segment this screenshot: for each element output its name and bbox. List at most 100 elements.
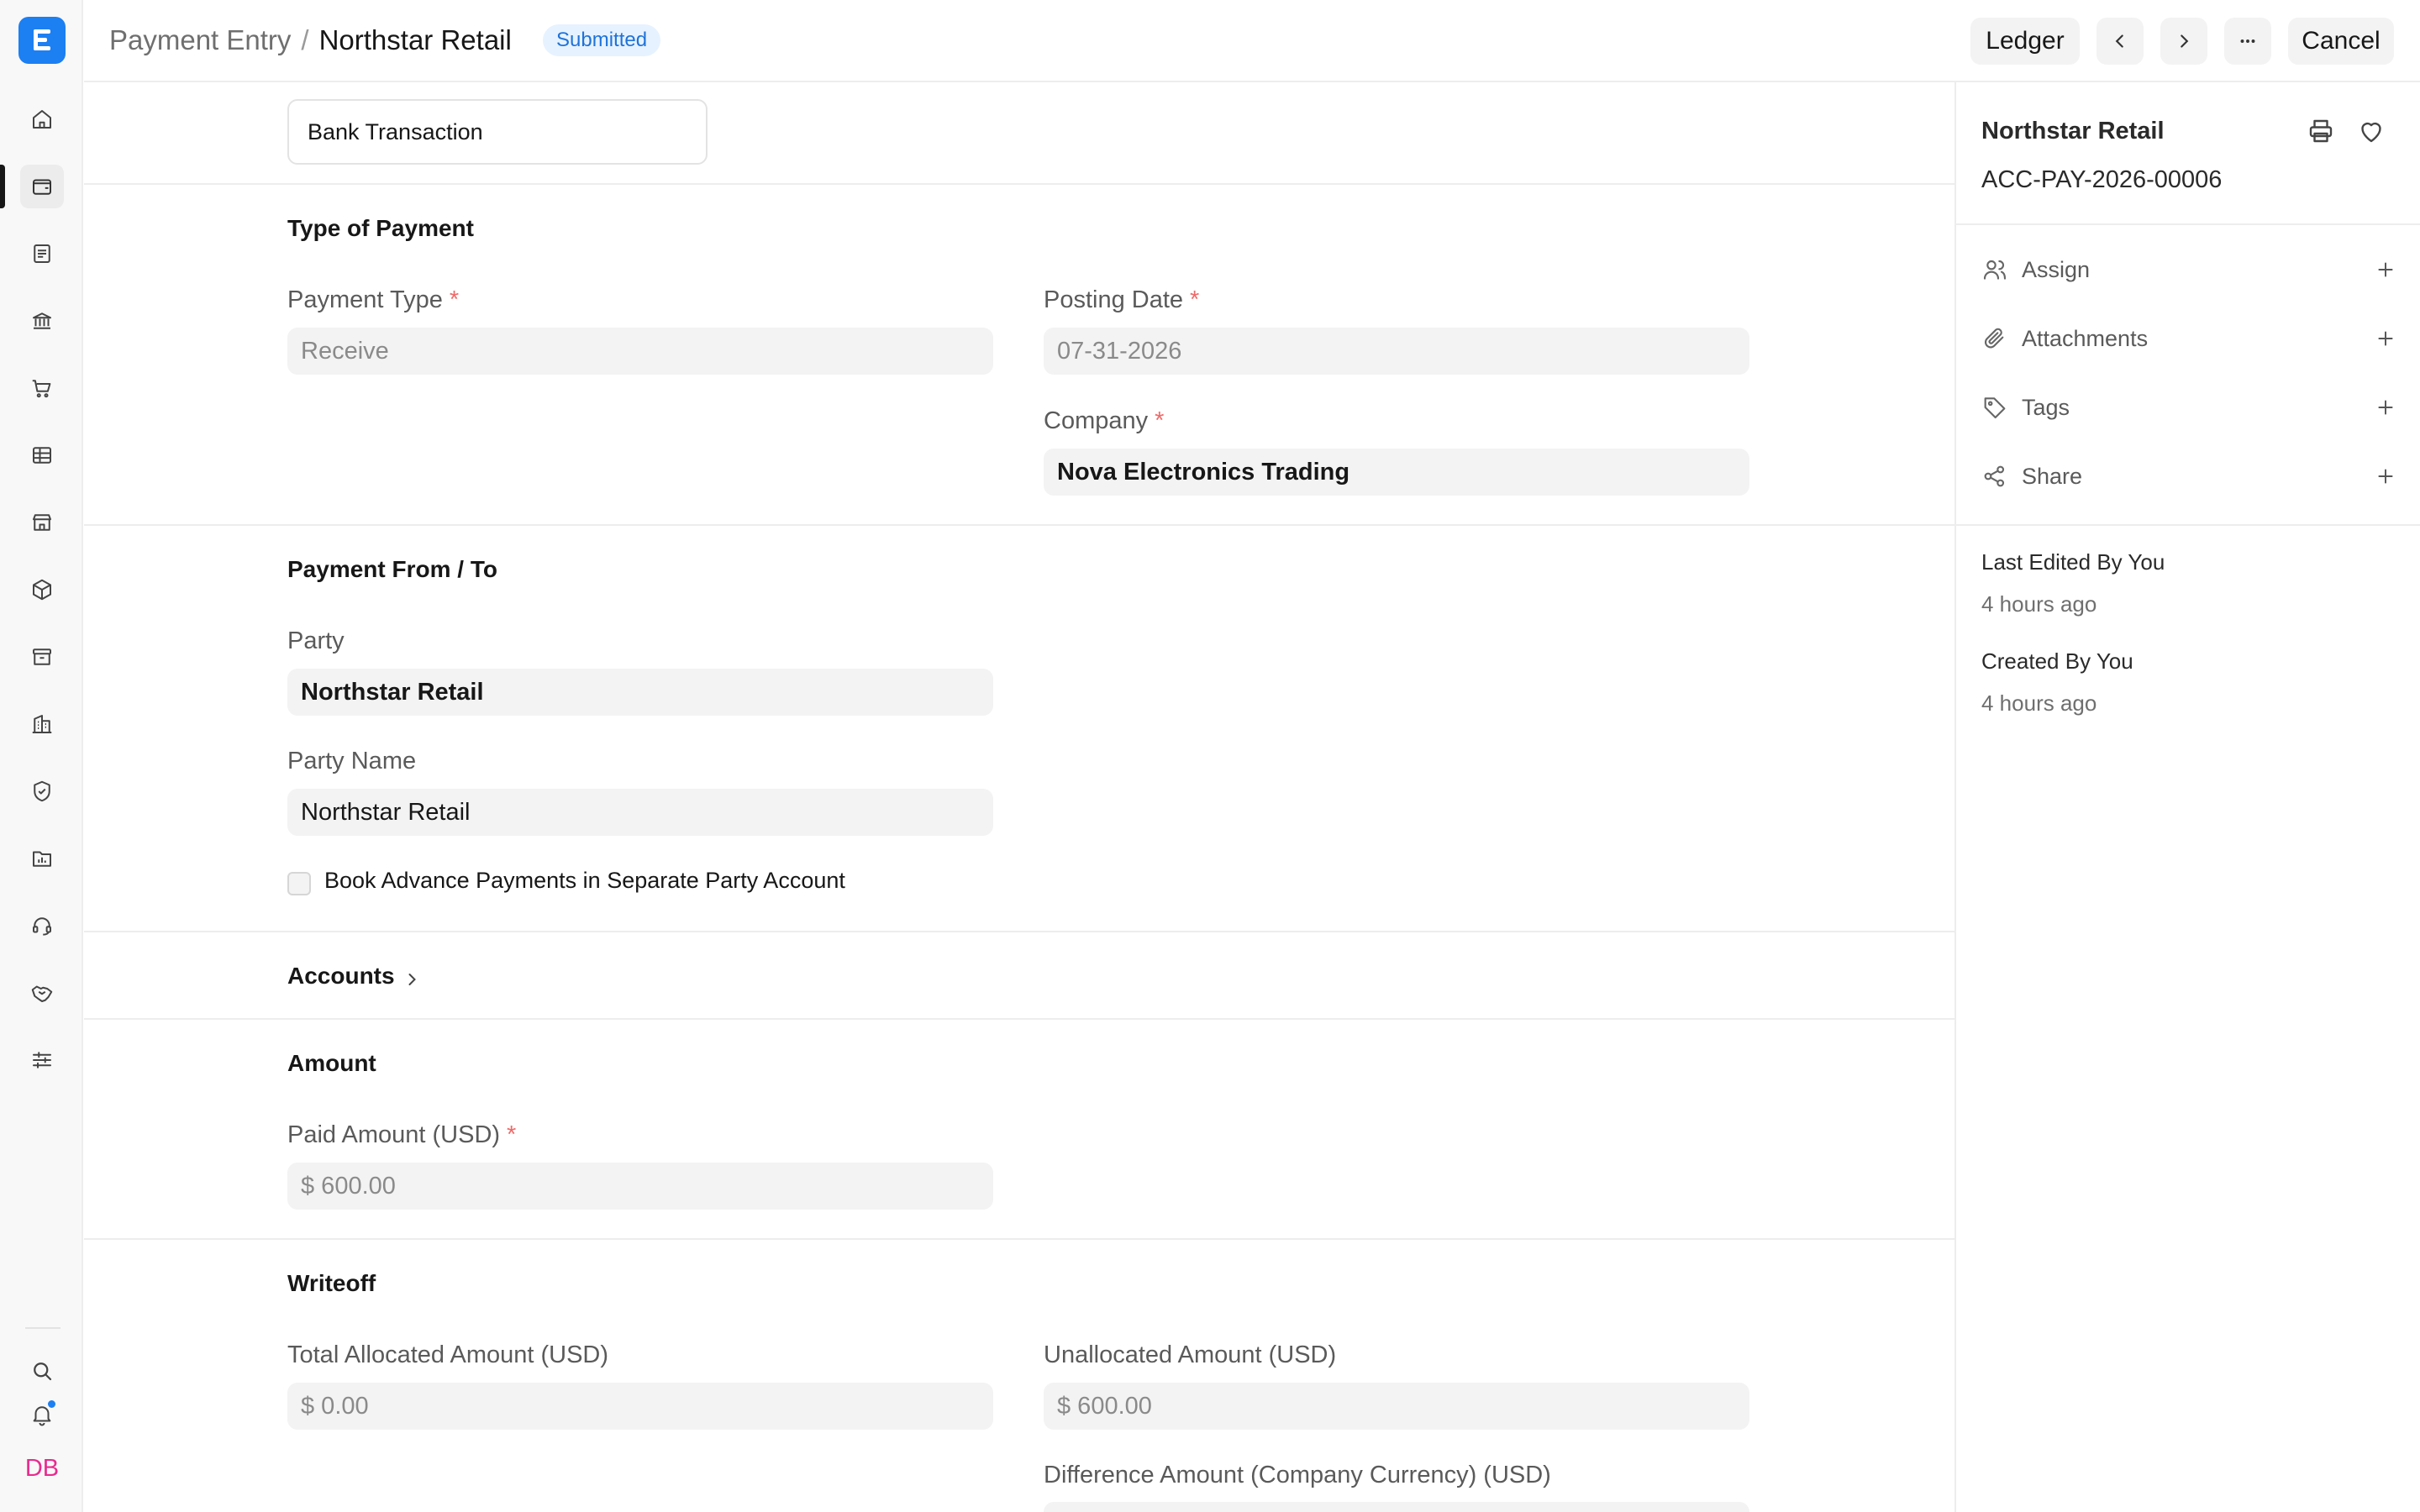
sidebar-title: Northstar Retail (1981, 118, 2165, 144)
heart-icon[interactable] (2356, 116, 2386, 146)
cancel-button[interactable]: Cancel (2288, 18, 2394, 65)
tag-icon (1984, 397, 2006, 419)
difference-amount-field[interactable] (1044, 1502, 1749, 1512)
last-edited-time: 4 hours ago (1981, 591, 2097, 617)
share-icon (1984, 465, 2005, 487)
form-main: Bank Transaction Type of Payment Payment… (84, 82, 1954, 1512)
sidebar-share[interactable]: Share (1981, 455, 2396, 497)
sidebar-share-label: Share (2022, 463, 2083, 489)
company-label: Company * (1044, 407, 1165, 434)
plus-icon[interactable] (2375, 259, 2396, 281)
section-divider (84, 1238, 1954, 1240)
active-indicator (0, 165, 5, 208)
book-advance-label: Book Advance Payments in Separate Party … (324, 868, 845, 893)
store-icon (33, 514, 51, 531)
rail-stock[interactable] (20, 568, 64, 612)
created-label: Created By You (1981, 648, 2133, 674)
paperclip-icon (1985, 328, 2004, 349)
headset-icon (33, 917, 51, 936)
posting-date-field[interactable]: 07-31-2026 (1044, 328, 1749, 375)
party-field[interactable]: Northstar Retail (287, 669, 993, 716)
rail-documents[interactable] (20, 232, 64, 276)
required-mark: * (1155, 407, 1165, 434)
unallocated-label: Unallocated Amount (USD) (1044, 1341, 1337, 1368)
page-header: Payment Entry / Northstar Retail Submitted… (84, 0, 2420, 82)
difference-amount-label: Difference Amount (Company Currency) (US… (1044, 1462, 1551, 1488)
sliders-icon (33, 1052, 51, 1068)
total-allocated-field[interactable]: $ 0.00 (287, 1383, 993, 1430)
last-edited-label: Last Edited By You (1981, 549, 2165, 575)
previous-button[interactable] (2096, 18, 2144, 65)
more-menu-button[interactable] (2224, 18, 2271, 65)
company-field[interactable]: Nova Electronics Trading (1044, 449, 1749, 496)
page-title: Northstar Retail (318, 24, 512, 55)
sidebar-assign[interactable]: Assign (1981, 249, 2396, 291)
transaction-type-field[interactable]: Bank Transaction (287, 99, 708, 165)
shield-icon (34, 780, 50, 802)
rail-home[interactable] (20, 97, 64, 141)
print-icon[interactable] (2306, 116, 2336, 146)
created-time: 4 hours ago (1981, 690, 2097, 716)
rail-reports[interactable] (20, 433, 64, 477)
chevron-left-icon (2115, 34, 2123, 48)
chevron-right-icon[interactable] (402, 969, 422, 990)
sidebar-attachments-label: Attachments (2022, 325, 2149, 351)
app-rail: DB (0, 0, 83, 1512)
rail-settings[interactable] (20, 1038, 64, 1082)
rail-organization[interactable] (20, 702, 64, 746)
section-divider (84, 1018, 1954, 1020)
document-sidebar: Northstar Retail ACC-PAY-2026-00006 Assi… (1954, 82, 2420, 1512)
ellipsis-icon (2240, 39, 2255, 43)
paid-amount-field[interactable]: $ 600.00 (287, 1163, 993, 1210)
rail-banking[interactable] (20, 299, 64, 343)
section-toggle-accounts[interactable]: Accounts (287, 963, 395, 990)
payment-type-field[interactable]: Receive (287, 328, 993, 375)
status-badge: Submitted (543, 24, 661, 56)
bank-icon (33, 312, 51, 329)
home-icon (33, 110, 51, 129)
next-button[interactable] (2160, 18, 2207, 65)
breadcrumb: Payment Entry / Northstar Retail (109, 24, 512, 57)
box-icon (33, 579, 51, 601)
plus-icon[interactable] (2375, 465, 2396, 487)
notification-dot (46, 1399, 57, 1410)
required-mark: * (507, 1121, 517, 1148)
sidebar-attachments[interactable]: Attachments (1981, 318, 2396, 360)
rail-quality[interactable] (20, 769, 64, 813)
rail-assets[interactable] (20, 635, 64, 679)
handshake-icon (31, 985, 53, 1002)
section-title-amount: Amount (287, 1050, 376, 1076)
rail-buying[interactable] (20, 366, 64, 410)
required-mark: * (449, 286, 460, 313)
cart-icon (32, 380, 51, 398)
ledger-button[interactable]: Ledger (1970, 18, 2080, 65)
rail-accounting[interactable] (20, 165, 64, 208)
party-label: Party (287, 627, 345, 654)
total-allocated-label: Total Allocated Amount (USD) (287, 1341, 609, 1368)
party-name-field[interactable]: Northstar Retail (287, 789, 993, 836)
rail-crm[interactable] (20, 971, 64, 1015)
plus-icon[interactable] (2375, 396, 2396, 418)
posting-date-label: Posting Date * (1044, 286, 1200, 313)
unallocated-field[interactable]: $ 600.00 (1044, 1383, 1749, 1430)
chevron-right-icon (2181, 34, 2189, 48)
rail-selling[interactable] (20, 501, 64, 544)
search-icon (34, 1362, 52, 1381)
breadcrumb-separator: / (301, 24, 309, 55)
rail-support[interactable] (20, 904, 64, 948)
rail-search[interactable] (20, 1349, 64, 1393)
sidebar-tags[interactable]: Tags (1981, 386, 2396, 428)
book-advance-checkbox[interactable] (287, 872, 311, 895)
rail-divider (25, 1327, 60, 1329)
plus-icon[interactable] (2375, 328, 2396, 349)
rail-notifications[interactable] (20, 1393, 64, 1436)
section-title-payment-from-to: Payment From / To (287, 556, 497, 582)
payment-type-label: Payment Type * (287, 286, 460, 313)
breadcrumb-payment-entry[interactable]: Payment Entry (109, 24, 291, 55)
user-avatar[interactable]: DB (20, 1448, 64, 1488)
app-logo[interactable] (18, 17, 66, 64)
building-icon (32, 715, 52, 733)
sidebar-tags-label: Tags (2022, 394, 2070, 420)
party-name-label: Party Name (287, 748, 417, 774)
rail-projects[interactable] (20, 837, 64, 880)
